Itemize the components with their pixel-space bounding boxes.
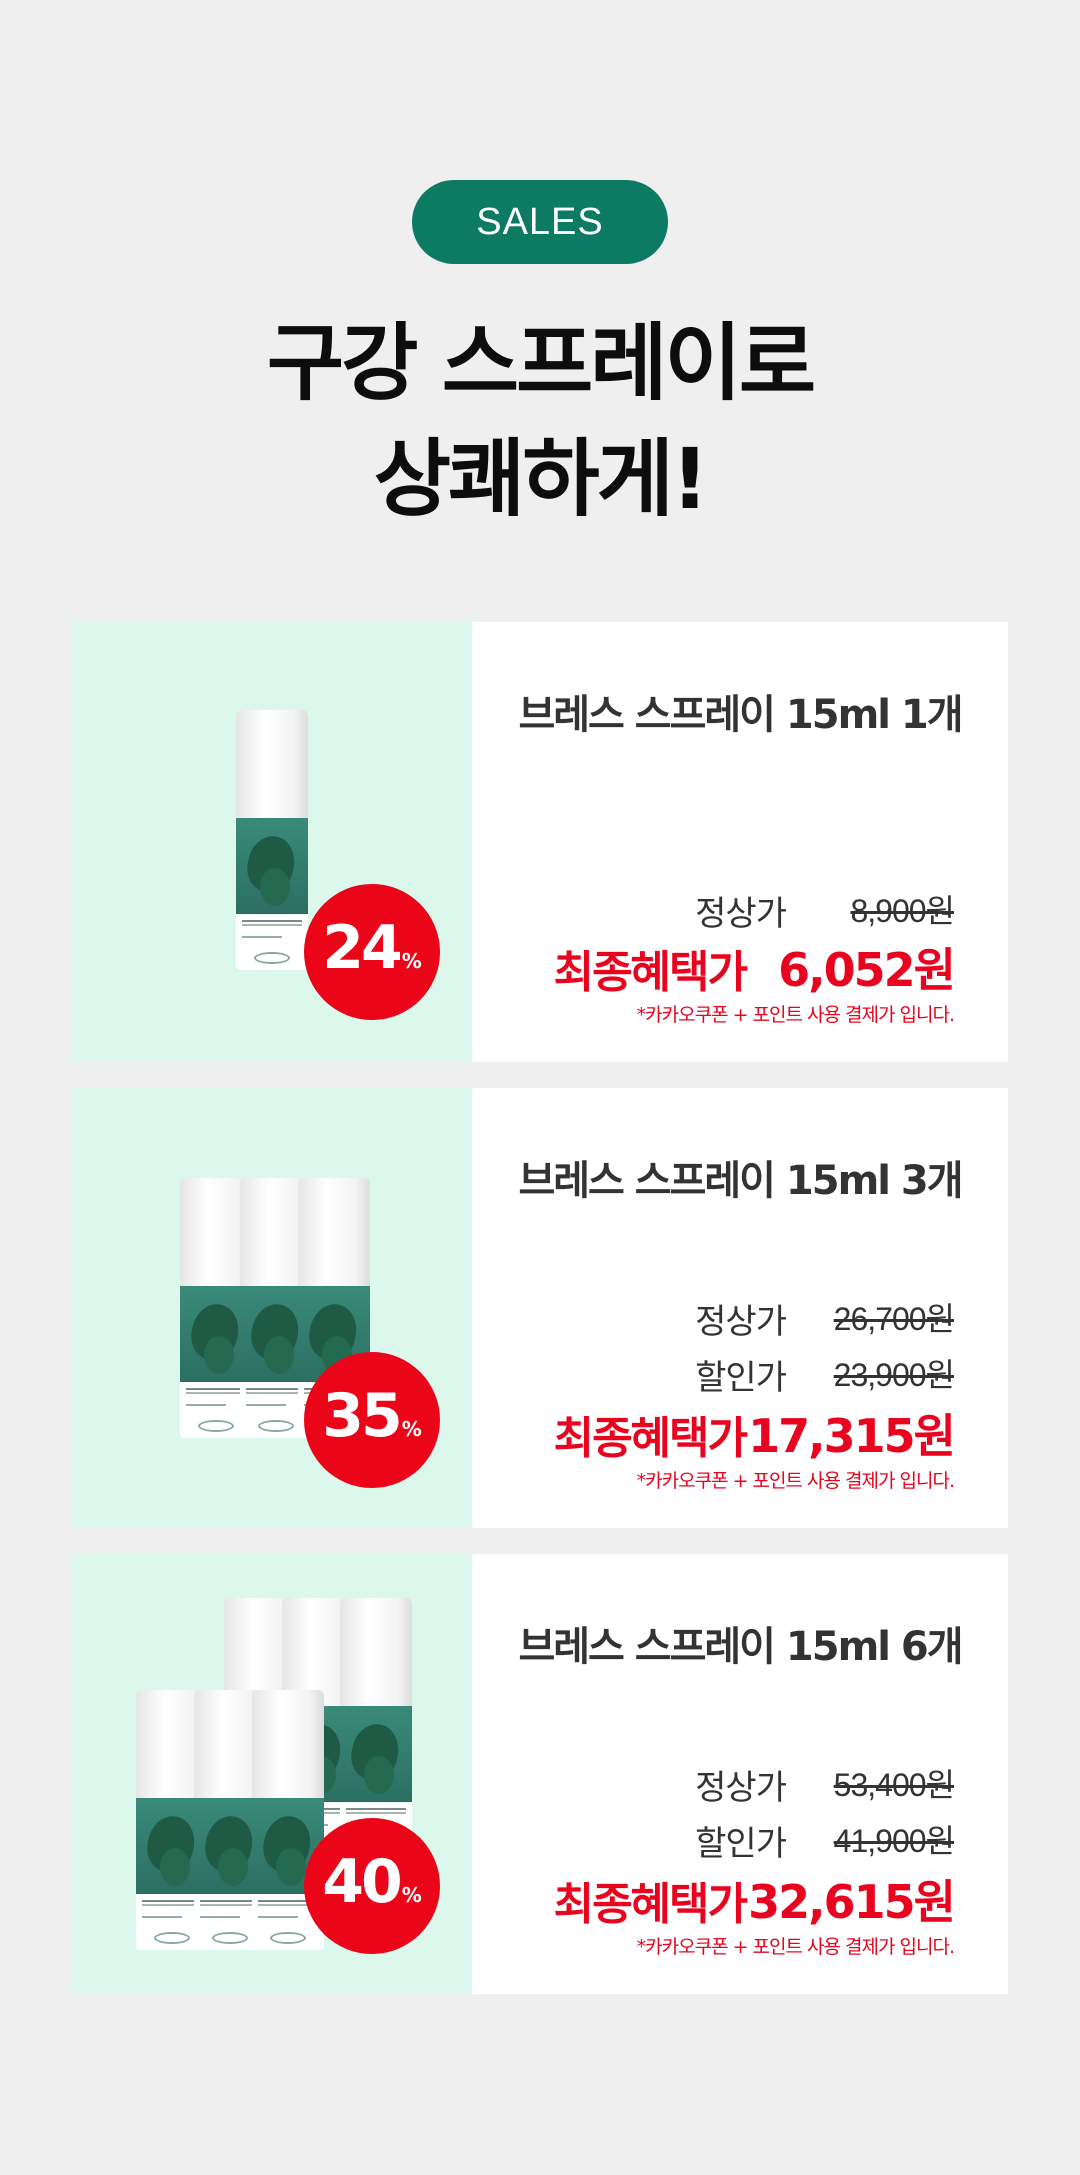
discount-badge: 40% [304, 1818, 440, 1954]
product-image-3[interactable]: 35% [72, 1088, 472, 1528]
product-info-3: 브레스 스프레이 15ml 3개 정상가 26,700원 할인가 23,900원… [472, 1088, 1008, 1528]
regular-price-label: 정상가 [695, 1768, 787, 1808]
headline-line-1: 구강 스프레이로 [266, 314, 816, 412]
product-info-1: 브레스 스프레이 15ml 1개 정상가 8,900원 최종혜택가 6,052원… [472, 622, 1008, 1062]
discount-value: 35 [322, 1381, 402, 1451]
product-card-1[interactable]: 24% 브레스 스프레이 15ml 1개 정상가 8,900원 최종혜택가 6,… [72, 622, 1008, 1062]
page-headline: 구강 스프레이로 상쾌하게! [0, 305, 1080, 537]
price-note: *카카오쿠폰 + 포인트 사용 결제가 입니다. [636, 1936, 955, 1958]
regular-price-row: 정상가 8,900원 [472, 886, 1008, 936]
price-note: *카카오쿠폰 + 포인트 사용 결제가 입니다. [636, 1004, 955, 1026]
final-price-label: 최종혜택가 [553, 1413, 748, 1464]
discount-value: 24 [322, 913, 402, 983]
product-title[interactable]: 브레스 스프레이 15ml 6개 [472, 1614, 1008, 1672]
final-price-value: 6,052원 [778, 943, 956, 997]
product-card-3[interactable]: 35% 브레스 스프레이 15ml 3개 정상가 26,700원 할인가 23,… [72, 1088, 1008, 1528]
sale-price-label: 할인가 [695, 1824, 787, 1864]
product-title[interactable]: 브레스 스프레이 15ml 1개 [472, 682, 1008, 740]
headline-line-2: 상쾌하게! [373, 430, 709, 528]
discount-value: 40 [322, 1847, 402, 1917]
discount-unit: % [401, 1417, 422, 1441]
sale-price-value: 41,900원 [833, 1823, 955, 1859]
final-price-value: 32,615원 [748, 1875, 956, 1929]
regular-price-label: 정상가 [695, 894, 787, 934]
sale-price-label: 할인가 [695, 1358, 787, 1398]
regular-price-row: 정상가 53,400원 [472, 1760, 1008, 1810]
regular-price-value: 53,400원 [833, 1767, 955, 1803]
price-note: *카카오쿠폰 + 포인트 사용 결제가 입니다. [636, 1470, 955, 1492]
final-price-value: 17,315원 [748, 1409, 956, 1463]
regular-price-label: 정상가 [695, 1302, 787, 1342]
regular-price-row: 정상가 26,700원 [472, 1294, 1008, 1344]
product-title[interactable]: 브레스 스프레이 15ml 3개 [472, 1148, 1008, 1206]
product-image-6[interactable]: 40% [72, 1554, 472, 1994]
discount-unit: % [401, 1883, 422, 1907]
product-info-6: 브레스 스프레이 15ml 6개 정상가 53,400원 할인가 41,900원… [472, 1554, 1008, 1994]
sales-badge: SALES [412, 180, 668, 264]
discount-unit: % [401, 949, 422, 973]
regular-price-value: 26,700원 [833, 1301, 955, 1337]
spray-bottle-image [236, 710, 308, 970]
final-price-row: 최종혜택가 32,615원 [472, 1872, 1008, 1930]
final-price-row: 최종혜택가 17,315원 [472, 1406, 1008, 1464]
final-price-label: 최종혜택가 [553, 1879, 748, 1930]
product-card-6[interactable]: 40% 브레스 스프레이 15ml 6개 정상가 53,400원 할인가 41,… [72, 1554, 1008, 1994]
final-price-label: 최종혜택가 [553, 947, 748, 998]
sale-price-value: 23,900원 [833, 1357, 955, 1393]
regular-price-value: 8,900원 [850, 893, 955, 929]
sale-price-row: 할인가 41,900원 [472, 1816, 1008, 1866]
discount-badge: 35% [304, 1352, 440, 1488]
discount-badge: 24% [304, 884, 440, 1020]
final-price-row: 최종혜택가 6,052원 [472, 940, 1008, 998]
product-image-1[interactable]: 24% [72, 622, 472, 1062]
sale-price-row: 할인가 23,900원 [472, 1350, 1008, 1400]
